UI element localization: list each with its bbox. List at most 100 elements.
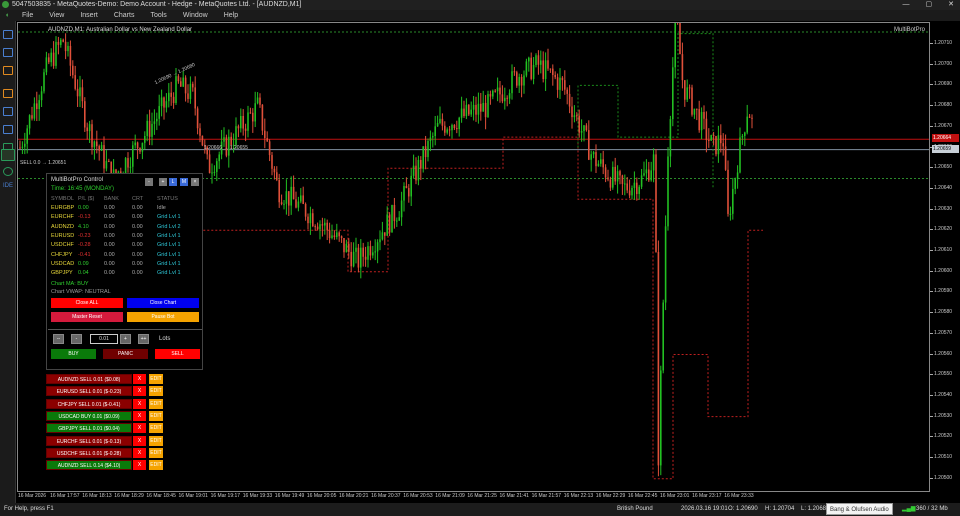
position-label[interactable]: USDCAD BUY 0.01 ($0.09) xyxy=(46,410,132,421)
candle-body xyxy=(638,186,640,194)
candle-body xyxy=(36,103,38,109)
master-reset-button[interactable]: Master Reset xyxy=(51,312,123,322)
candle-body xyxy=(105,160,108,169)
candle-body xyxy=(614,166,616,182)
close-chart-button[interactable]: Close Chart xyxy=(127,298,199,308)
candle-body xyxy=(192,83,194,88)
close-position-button[interactable]: X xyxy=(133,447,146,458)
close-position-button[interactable]: X xyxy=(133,374,146,384)
time-label: 16 Mar 19:17 xyxy=(210,493,241,499)
candle-body xyxy=(249,112,252,114)
pause-bot-button[interactable]: Pause Bot xyxy=(127,312,199,322)
position-label[interactable]: AUDNZD SELL 0.01 ($0.08) xyxy=(46,374,132,384)
candle-body xyxy=(410,175,412,197)
candle-body xyxy=(679,23,681,55)
menu-view[interactable]: View xyxy=(41,12,72,19)
menu-help[interactable]: Help xyxy=(216,12,246,19)
candle-body xyxy=(252,112,254,122)
candle-body xyxy=(43,72,45,92)
play-icon[interactable] xyxy=(1,149,15,161)
candle-body xyxy=(283,203,285,205)
time-label: 16 Mar 20:05 xyxy=(306,493,337,499)
calendar-icon[interactable] xyxy=(3,107,13,116)
position-label[interactable]: AUDNZD SELL 0.14 ($4.10) xyxy=(46,460,132,471)
gear-icon[interactable] xyxy=(3,167,13,176)
folder-icon[interactable] xyxy=(3,89,13,98)
minimize-panel-button[interactable]: - xyxy=(145,178,153,186)
header-bank: BANK xyxy=(104,196,119,202)
candle-body xyxy=(746,116,748,133)
panic-button[interactable]: PANIC xyxy=(103,349,148,359)
close-position-button[interactable]: X xyxy=(133,386,146,397)
price-label: 1.20560 xyxy=(929,350,953,357)
sell-button[interactable]: SELL xyxy=(155,349,200,359)
candle-body xyxy=(501,94,504,102)
maximize-button[interactable]: ▢ xyxy=(926,0,933,10)
lot-decrease-large-button[interactable]: -- xyxy=(53,334,64,344)
candle-body xyxy=(448,129,451,131)
profile-name[interactable]: British Pound xyxy=(617,503,653,516)
candle-body xyxy=(667,156,669,227)
candle-body xyxy=(345,243,348,253)
close-position-button[interactable]: X xyxy=(133,398,146,409)
edit-position-button[interactable]: EDIT xyxy=(149,460,163,471)
edit-position-button[interactable]: EDIT xyxy=(149,374,163,384)
l-button[interactable]: L xyxy=(169,178,177,186)
menu-file[interactable]: File xyxy=(14,12,41,19)
menu-charts[interactable]: Charts xyxy=(106,12,143,19)
menu-tools[interactable]: Tools xyxy=(142,12,174,19)
chart-icon[interactable] xyxy=(3,30,13,39)
edit-position-button[interactable]: EDIT xyxy=(149,423,163,434)
edit-position-button[interactable]: EDIT xyxy=(149,398,163,409)
candle-body xyxy=(324,222,326,226)
close-button[interactable]: ✕ xyxy=(948,0,954,10)
menu-insert[interactable]: Insert xyxy=(72,12,106,19)
row-bank: 0.00 xyxy=(104,260,115,267)
candle-body xyxy=(717,135,720,155)
candle-body xyxy=(81,87,84,102)
close-position-button[interactable]: X xyxy=(133,410,146,421)
lot-increase-button[interactable]: + xyxy=(120,334,131,344)
position-label[interactable]: EURCHF SELL 0.01 ($-0.13) xyxy=(46,435,132,446)
candle-body xyxy=(732,188,734,214)
candle-body xyxy=(580,131,583,133)
candle-body xyxy=(652,154,655,171)
position-label[interactable]: GBPJPY SELL 0.01 ($0.04) xyxy=(46,423,132,434)
position-label[interactable]: CHFJPY SELL 0.01 ($-0.41) xyxy=(46,398,132,409)
candle-body xyxy=(165,101,168,108)
lot-increase-large-button[interactable]: ++ xyxy=(138,334,149,344)
candle-body xyxy=(290,186,292,206)
candle-body xyxy=(211,172,213,174)
row-symbol: EURGBP xyxy=(51,205,75,211)
lot-decrease-button[interactable]: - xyxy=(71,334,82,344)
candle-body xyxy=(350,251,352,267)
lot-size-input[interactable]: 0.01 xyxy=(90,334,118,344)
position-label[interactable]: EURUSD SELL 0.01 ($-0.23) xyxy=(46,386,132,397)
m-button[interactable]: M xyxy=(180,178,188,186)
menu-window[interactable]: Window xyxy=(175,12,216,19)
candle-body xyxy=(158,106,160,119)
position-label[interactable]: USDCHF SELL 0.01 ($-0.28) xyxy=(46,447,132,458)
row-status: Grid Lvl 1 xyxy=(157,242,181,249)
edit-position-button[interactable]: EDIT xyxy=(149,410,163,421)
candle-body xyxy=(98,146,100,151)
dollar-icon[interactable] xyxy=(3,66,13,75)
close-panel-button[interactable]: × xyxy=(191,178,199,186)
buy-button[interactable]: BUY xyxy=(51,349,96,359)
edit-position-button[interactable]: EDIT xyxy=(149,386,163,397)
close-position-button[interactable]: X xyxy=(133,460,146,471)
edit-position-button[interactable]: EDIT xyxy=(149,435,163,446)
candle-body xyxy=(585,125,588,131)
close-position-button[interactable]: X xyxy=(133,423,146,434)
candle-body xyxy=(218,154,220,162)
market-watch-icon[interactable] xyxy=(3,48,13,57)
symbol-row: USDCAD 0.09 0.00 0.00 Grid Lvl 1 xyxy=(51,261,201,270)
ide-icon[interactable]: IDE xyxy=(3,183,13,192)
candle-body xyxy=(403,186,405,201)
expand-panel-button[interactable]: + xyxy=(159,178,167,186)
close-position-button[interactable]: X xyxy=(133,435,146,446)
close-all-button[interactable]: Close ALL xyxy=(51,298,123,308)
edit-position-button[interactable]: EDIT xyxy=(149,447,163,458)
minimize-button[interactable]: — xyxy=(903,0,910,10)
document-icon[interactable] xyxy=(3,125,13,134)
